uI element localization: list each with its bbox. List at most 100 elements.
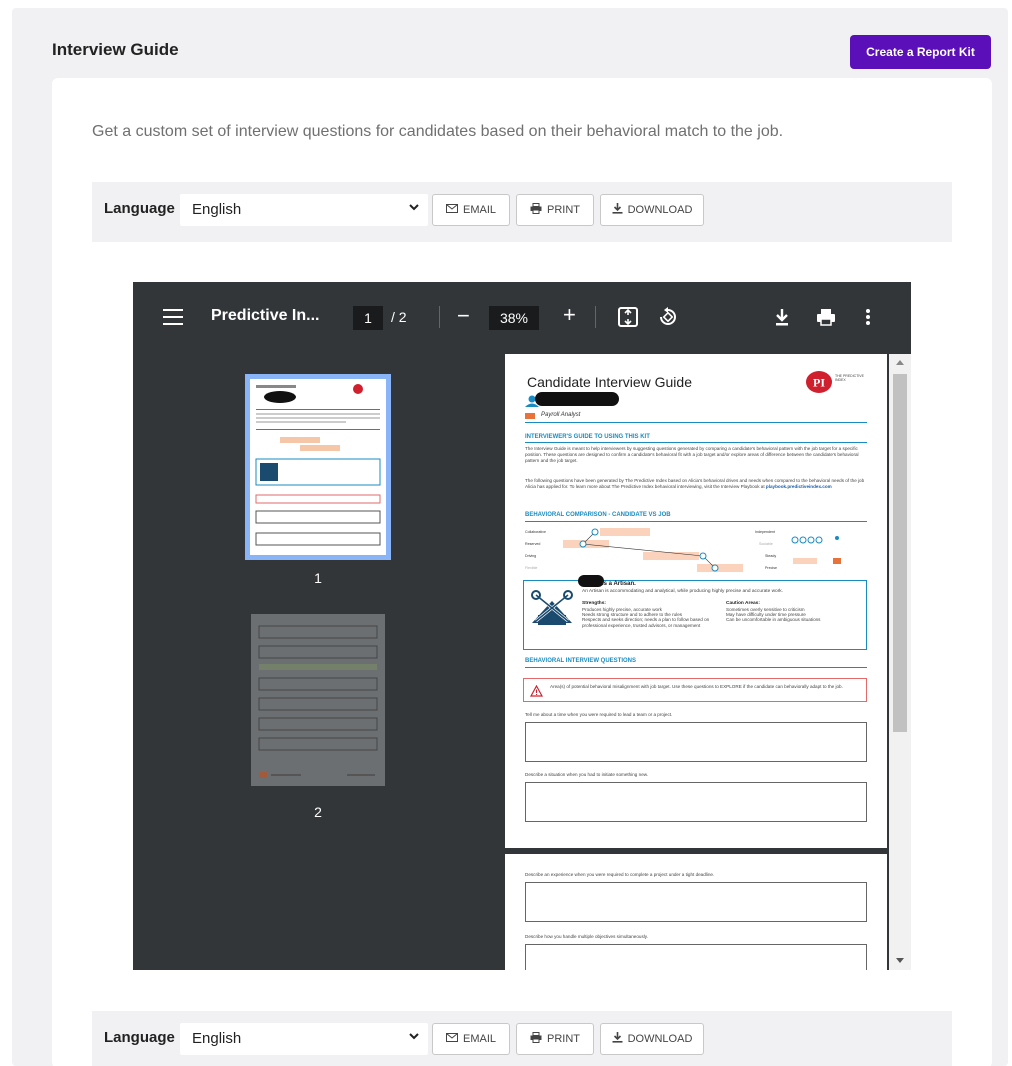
scroll-down-icon[interactable] xyxy=(896,958,904,963)
download-icon xyxy=(612,203,623,217)
divider xyxy=(525,667,867,668)
divider xyxy=(439,306,440,328)
pdf-page-1: Candidate Interview Guide PI THE PREDICT… xyxy=(505,354,887,848)
redacted-name xyxy=(578,575,604,587)
thumbnail-page-image xyxy=(250,379,386,555)
question-label: Tell me about a time when you were requi… xyxy=(525,712,673,717)
email-label: EMAIL xyxy=(462,1033,496,1045)
language-select-value: English xyxy=(192,201,242,218)
pdf-preview-area: Predictive In... 1 / 2 − 38% + 1 2 Candi… xyxy=(92,242,952,1011)
divider xyxy=(525,521,867,522)
print-label: PRINT xyxy=(547,1033,580,1045)
warning-text: Area(s) of potential behavioral misalign… xyxy=(550,684,843,689)
answer-box xyxy=(525,882,867,922)
job-role: Payroll Analyst xyxy=(541,412,581,418)
scroll-up-icon[interactable] xyxy=(896,360,904,365)
thumbnail-label-2: 2 xyxy=(314,804,322,820)
playbook-paragraph: The following questions have been genera… xyxy=(525,478,867,490)
description-text: Get a custom set of interview questions … xyxy=(92,123,784,140)
answer-box xyxy=(525,944,867,970)
question-label: Describe a situation when you had to ini… xyxy=(525,772,649,777)
download-button[interactable]: DOWNLOAD xyxy=(600,1023,704,1055)
thumbnail-label-1: 1 xyxy=(314,570,322,586)
pi-logo: PI xyxy=(805,370,833,399)
fit-page-icon[interactable] xyxy=(617,306,639,328)
question-label: Describe how you handle multiple objecti… xyxy=(525,934,648,939)
profile-summary-box: is a Artisan. An Artisan is accommodatin… xyxy=(523,575,867,650)
warning-icon xyxy=(529,684,544,702)
language-label: Language xyxy=(104,200,175,217)
behavioral-comparison-chart: Collaborative Reserved Driving Flexible … xyxy=(525,524,867,576)
pdf-page-2: Describe an experience when you were req… xyxy=(505,854,887,970)
envelope-icon xyxy=(445,1033,458,1045)
document-title: Predictive In... xyxy=(211,307,320,324)
section-heading-comparison: BEHAVIORAL COMPARISON - CANDIDATE VS JOB xyxy=(525,512,671,518)
print-button[interactable]: PRINT xyxy=(516,1023,594,1055)
thumbnail-page-1[interactable] xyxy=(245,374,391,560)
language-select[interactable]: English xyxy=(180,1023,428,1055)
more-options-icon[interactable] xyxy=(857,306,879,328)
email-label: EMAIL xyxy=(462,204,496,216)
zoom-in-icon[interactable]: + xyxy=(563,302,576,328)
page-total: / 2 xyxy=(391,309,407,325)
profile-subtitle: An Artisan is accommodating and analytic… xyxy=(582,589,784,594)
section-heading-guide: INTERVIEWER'S GUIDE TO USING THIS KIT xyxy=(525,434,650,440)
interview-guide-card: Get a custom set of interview questions … xyxy=(52,78,992,1066)
envelope-icon xyxy=(445,204,458,216)
page-title: Interview Guide xyxy=(52,40,179,59)
download-label: DOWNLOAD xyxy=(627,204,693,216)
download-icon[interactable] xyxy=(771,306,793,328)
email-button[interactable]: EMAIL xyxy=(432,1023,510,1055)
thumbnail-page-2[interactable] xyxy=(251,614,385,786)
strength-item: Respects and seeks direction; needs a pl… xyxy=(582,617,710,628)
zoom-out-icon[interactable]: − xyxy=(457,303,470,329)
scrollbar-thumb[interactable] xyxy=(893,374,907,732)
thumbnail-sidebar: 1 2 xyxy=(133,352,503,970)
answer-box xyxy=(525,782,867,822)
printer-icon[interactable] xyxy=(815,306,837,328)
pdf-viewer-toolbar: Predictive In... 1 / 2 − 38% + xyxy=(133,282,911,352)
menu-icon[interactable] xyxy=(163,309,183,325)
print-button[interactable]: PRINT xyxy=(516,194,594,226)
answer-box xyxy=(525,722,867,762)
email-button[interactable]: EMAIL xyxy=(432,194,510,226)
language-select[interactable]: English xyxy=(180,194,428,226)
interview-guide-panel: Interview Guide Create a Report Kit Get … xyxy=(12,8,1008,1066)
viewer-scrollbar[interactable] xyxy=(889,354,911,970)
misalignment-warning: Area(s) of potential behavioral misalign… xyxy=(523,678,867,702)
briefcase-icon xyxy=(525,413,535,419)
caution-item: Can be uncomfortable in ambiguous situat… xyxy=(726,617,821,623)
pi-logo-mark: PI xyxy=(813,376,825,390)
rotate-icon[interactable] xyxy=(657,306,679,328)
zoom-level-input[interactable]: 38% xyxy=(489,306,539,330)
divider xyxy=(595,306,596,328)
profile-title: is a Artisan. xyxy=(602,581,636,587)
guide-paragraph: The Interview Guide is meant to help int… xyxy=(525,446,859,463)
download-label: DOWNLOAD xyxy=(627,1033,693,1045)
question-label: Describe an experience when you were req… xyxy=(525,872,715,877)
language-select-value: English xyxy=(192,1030,242,1047)
language-label: Language xyxy=(104,1029,175,1046)
printer-icon xyxy=(530,203,542,217)
divider xyxy=(525,442,867,443)
page-number-input[interactable]: 1 xyxy=(353,306,383,330)
pdf-viewer[interactable]: Predictive In... 1 / 2 − 38% + 1 2 Candi… xyxy=(133,282,911,970)
create-report-kit-button[interactable]: Create a Report Kit xyxy=(850,35,991,69)
print-label: PRINT xyxy=(547,204,580,216)
chevron-down-icon xyxy=(408,201,420,216)
download-button[interactable]: DOWNLOAD xyxy=(600,194,704,226)
playbook-link[interactable]: playbook.predictiveindex.com xyxy=(766,484,832,489)
pi-logo-text: THE PREDICTIVE INDEX xyxy=(835,374,864,382)
caution-heading: Caution Areas: xyxy=(726,601,760,606)
printer-icon xyxy=(530,1032,542,1046)
divider xyxy=(525,422,867,423)
strengths-list: Produces highly precise, accurate work N… xyxy=(582,607,724,628)
toolbar-bottom: Language English EMAIL PRINT DOWNLOAD xyxy=(92,1011,952,1066)
toolbar-top: Language English EMAIL PRINT DOWNLOAD xyxy=(92,182,952,242)
chevron-down-icon xyxy=(408,1030,420,1045)
download-icon xyxy=(612,1032,623,1046)
section-heading-questions: BEHAVIORAL INTERVIEW QUESTIONS xyxy=(525,658,637,664)
caution-list: Sometimes overly sensitive to criticism … xyxy=(726,607,864,623)
artisan-tools-icon xyxy=(528,587,576,634)
strengths-heading: Strengths: xyxy=(582,601,606,606)
